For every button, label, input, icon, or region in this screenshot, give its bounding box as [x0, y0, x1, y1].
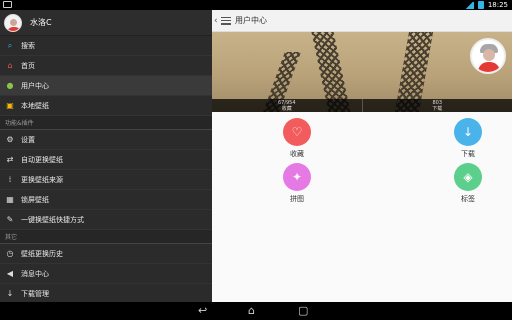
tile-label: 下载 [461, 150, 475, 158]
sidebar-item-change-source[interactable]: ⁞ 更换壁纸来源 [0, 170, 212, 190]
page-title: 用户中心 [235, 16, 267, 25]
sidebar-item-label: 设置 [21, 135, 35, 144]
sidebar-item-label: 更换壁纸来源 [21, 175, 63, 184]
sidebar-item-label: 下载管理 [21, 289, 49, 298]
status-bar: 18:25 [0, 0, 512, 10]
sidebar-item-history[interactable]: ◷ 壁纸更换历史 [0, 244, 212, 264]
status-right: 18:25 [464, 0, 508, 10]
sidebar-item-label: 一键换壁纸快捷方式 [21, 215, 84, 224]
sidebar-item-user-center[interactable]: ● 用户中心 [0, 76, 212, 96]
sidebar-item-auto-change[interactable]: ⇄ 自动更换壁纸 [0, 150, 212, 170]
back-icon[interactable]: ↩ [198, 305, 207, 317]
search-icon: ⌕ [7, 40, 13, 50]
sidebar-item-settings[interactable]: ⚙ 设置 [0, 130, 212, 150]
lock-icon: ▦ [6, 195, 14, 204]
sidebar-item-local-wallpaper[interactable]: ▣ 本地壁纸 [0, 96, 212, 116]
sidebar-item-shortcut[interactable]: ✎ 一键换壁纸快捷方式 [0, 210, 212, 230]
sidebar-item-label: 消息中心 [21, 269, 49, 278]
avatar-large[interactable] [470, 38, 506, 74]
download-icon: ↓ [454, 118, 482, 146]
avatar [4, 13, 22, 32]
navigation-drawer: 水洛C ⌕ 搜索 ⌂ 首页 ● 用户中心 ▣ 本地壁纸 功能&插件 ⚙ 设置 ⇄… [0, 10, 212, 302]
sidebar-item-lock-screen[interactable]: ▦ 锁屏壁纸 [0, 190, 212, 210]
battery-icon [477, 1, 484, 9]
tile-tags[interactable]: ◈ 标签 [438, 163, 498, 204]
user-center-panel: ‹ 用户中心 67/954 收藏 803 下载 ♡ 收藏 ↓ 下载 ✦ 拼图 ◈… [212, 10, 512, 302]
chevron-left-icon[interactable]: ‹ [214, 16, 219, 26]
user-icon: ● [6, 81, 14, 90]
screen: 18:25 水洛C ⌕ 搜索 ⌂ 首页 ● 用户中心 ▣ 本地壁纸 功能&插件 … [0, 0, 512, 320]
user-name: 水洛C [30, 18, 52, 27]
sidebar-item-downloads[interactable]: ↓ 下载管理 [0, 284, 212, 302]
sidebar-item-label: 锁屏壁纸 [21, 195, 49, 204]
heart-icon: ♡ [283, 118, 311, 146]
signal-icon [464, 1, 474, 9]
profile-banner: 67/954 收藏 803 下载 [212, 32, 512, 112]
tile-label: 标签 [461, 195, 475, 203]
stat-favorites[interactable]: 67/954 收藏 [212, 99, 363, 112]
stats-bar: 67/954 收藏 803 下载 [212, 99, 512, 112]
gear-icon: ⚙ [6, 135, 14, 144]
speaker-icon: ◀ [6, 269, 14, 278]
wand-icon: ✎ [6, 215, 14, 224]
grid-icon: ⁞ [8, 175, 12, 184]
profile-header[interactable]: 水洛C [0, 10, 212, 36]
tile-label: 拼图 [290, 195, 304, 203]
sidebar-item-messages[interactable]: ◀ 消息中心 [0, 264, 212, 284]
tile-label: 收藏 [290, 150, 304, 158]
section-header-other: 其它 [0, 230, 212, 244]
sidebar-item-label: 壁纸更换历史 [21, 249, 63, 258]
home-icon: ⌂ [7, 61, 13, 70]
folder-icon: ▣ [6, 101, 14, 110]
refresh-icon: ⇄ [6, 155, 14, 164]
tile-puzzle[interactable]: ✦ 拼图 [267, 163, 327, 204]
puzzle-icon: ✦ [283, 163, 311, 191]
clock: 18:25 [487, 1, 508, 9]
stat-label: 收藏 [281, 105, 292, 112]
sidebar-item-label: 首页 [21, 61, 35, 70]
sidebar-item-label: 自动更换壁纸 [21, 155, 63, 164]
tile-favorites[interactable]: ♡ 收藏 [267, 118, 327, 159]
download-icon: ↓ [6, 289, 14, 298]
tag-icon: ◈ [454, 163, 482, 191]
sidebar-item-home[interactable]: ⌂ 首页 [0, 56, 212, 76]
tile-downloads[interactable]: ↓ 下载 [438, 118, 498, 159]
recents-icon[interactable]: ▢ [298, 305, 308, 317]
sidebar-item-label: 搜索 [21, 41, 35, 50]
sidebar-item-search[interactable]: ⌕ 搜索 [0, 36, 212, 56]
sidebar-item-label: 用户中心 [21, 81, 49, 90]
menu-icon[interactable] [221, 16, 231, 25]
action-bar: ‹ 用户中心 [212, 10, 512, 32]
screenshot-icon [3, 1, 12, 8]
stat-label: 下载 [432, 105, 443, 112]
section-header-features: 功能&插件 [0, 116, 212, 130]
home-icon[interactable]: ⌂ [248, 305, 255, 317]
sidebar-item-label: 本地壁纸 [21, 101, 49, 110]
system-navigation-bar: ↩ ⌂ ▢ [0, 302, 512, 320]
clock-icon: ◷ [6, 249, 14, 258]
stat-downloads[interactable]: 803 下载 [363, 99, 512, 112]
